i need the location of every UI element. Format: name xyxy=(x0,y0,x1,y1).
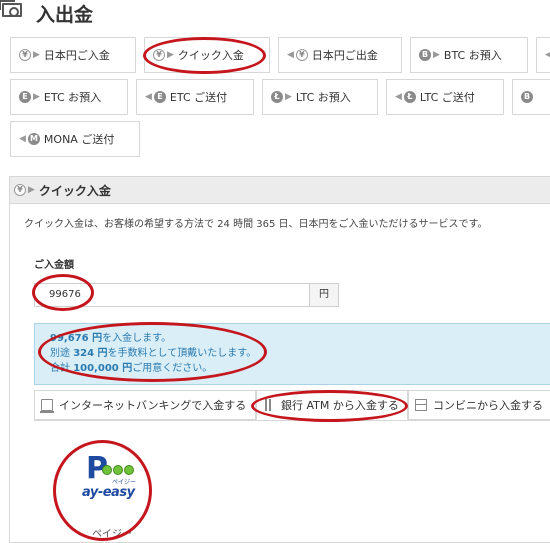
etc-out-icon: ◀ E xyxy=(145,91,166,103)
etc-in-icon: E ▶ xyxy=(19,91,40,103)
store-icon xyxy=(415,399,427,411)
payeasy-dot xyxy=(113,465,123,475)
yen-quick-icon: ¥ ▶ xyxy=(14,184,35,196)
nav-label: ETC ご送付 xyxy=(169,91,228,104)
nav-label: 日本円ご入金 xyxy=(43,49,110,62)
mona-out-icon: ◀ M xyxy=(19,133,40,145)
amount-input[interactable]: 99676 xyxy=(34,283,310,307)
arrow-icon: ◀ xyxy=(545,49,550,60)
deposit-summary: 99,676 円を入金します。 別途 324 円を手数料として頂戴いたします。 … xyxy=(34,323,550,385)
ltc-out-icon: ◀ Ł xyxy=(395,91,416,103)
panel-header: ¥ ▶ クイック入金 xyxy=(10,177,550,204)
tab-label: インターネットバンキングで入金する xyxy=(59,399,247,412)
nav-label: ETC お預入 xyxy=(43,91,102,104)
tab-label: 銀行 ATM から入金する xyxy=(281,399,399,412)
money-icon xyxy=(0,0,22,17)
summary-line-3: 合計 100,000 円ご用意ください。 xyxy=(50,363,213,374)
coin-icon: B xyxy=(521,91,533,103)
summary-line-1: 99,676 円を入金します。 xyxy=(50,333,172,344)
nav-more-row2[interactable]: B xyxy=(512,79,550,115)
nav-more-row1[interactable]: ◀ xyxy=(536,37,550,73)
nav-quick-deposit[interactable]: ¥ ▶ クイック入金 xyxy=(144,37,270,73)
payeasy-dot xyxy=(102,465,112,475)
yen-in-icon: ¥ ▶ xyxy=(19,49,40,61)
nav-etc-deposit[interactable]: E ▶ ETC お預入 xyxy=(10,79,128,115)
yen-quick-icon: ¥ ▶ xyxy=(153,49,174,61)
atm-icon xyxy=(263,399,275,411)
panel-description: クイック入金は、お客様の希望する方法で 24 時間 365 日、日本円をご入金い… xyxy=(24,219,488,230)
tab-bank-atm[interactable]: 銀行 ATM から入金する xyxy=(256,390,408,420)
payeasy-caption: ペイジー xyxy=(92,529,132,540)
quick-deposit-panel: ¥ ▶ クイック入金 クイック入金は、お客様の希望する方法で 24 時間 365 … xyxy=(9,176,550,543)
nav-label: クイック入金 xyxy=(177,49,244,62)
page-header: 入出金 xyxy=(0,0,550,28)
nav-label: LTC お預入 xyxy=(295,91,351,104)
panel-title: クイック入金 xyxy=(38,183,111,198)
nav-ltc-send[interactable]: ◀ Ł LTC ご送付 xyxy=(386,79,504,115)
nav-label: 日本円ご出金 xyxy=(311,49,378,62)
deposit-method-tabs: インターネットバンキングで入金する 銀行 ATM から入金する コンビニから入金… xyxy=(34,390,550,421)
payeasy-logo[interactable]: P ペイジー ay-easy ペイジー xyxy=(74,449,152,541)
payeasy-dot xyxy=(124,465,134,475)
amount-label: ご入金額 xyxy=(34,260,74,271)
nav-jpy-withdraw[interactable]: ◀ ¥ 日本円ご出金 xyxy=(278,37,402,73)
nav-jpy-deposit[interactable]: ¥ ▶ 日本円ご入金 xyxy=(10,37,136,73)
amount-unit: 円 xyxy=(309,283,339,307)
nav-etc-send[interactable]: ◀ E ETC ご送付 xyxy=(136,79,254,115)
nav-btc-deposit[interactable]: B ▶ BTC お預入 xyxy=(410,37,528,73)
ltc-in-icon: Ł ▶ xyxy=(271,91,292,103)
page-title: 入出金 xyxy=(36,4,94,26)
tab-convenience-store[interactable]: コンビニから入金する xyxy=(408,390,550,420)
summary-line-2: 別途 324 円を手数料として頂戴いたします。 xyxy=(50,348,257,359)
tab-internet-banking[interactable]: インターネットバンキングで入金する xyxy=(34,390,256,420)
payeasy-text: ay-easy xyxy=(82,485,135,500)
computer-icon xyxy=(40,399,54,413)
nav-label: LTC ご送付 xyxy=(419,91,475,104)
nav-ltc-deposit[interactable]: Ł ▶ LTC お預入 xyxy=(262,79,378,115)
yen-out-icon: ◀ ¥ xyxy=(287,49,308,61)
nav-label: MONA ご送付 xyxy=(43,133,115,146)
nav-mona-send[interactable]: ◀ M MONA ご送付 xyxy=(10,121,140,157)
tab-label: コンビニから入金する xyxy=(433,399,543,412)
nav-label: BTC お預入 xyxy=(443,49,502,62)
btc-in-icon: B ▶ xyxy=(419,49,440,61)
